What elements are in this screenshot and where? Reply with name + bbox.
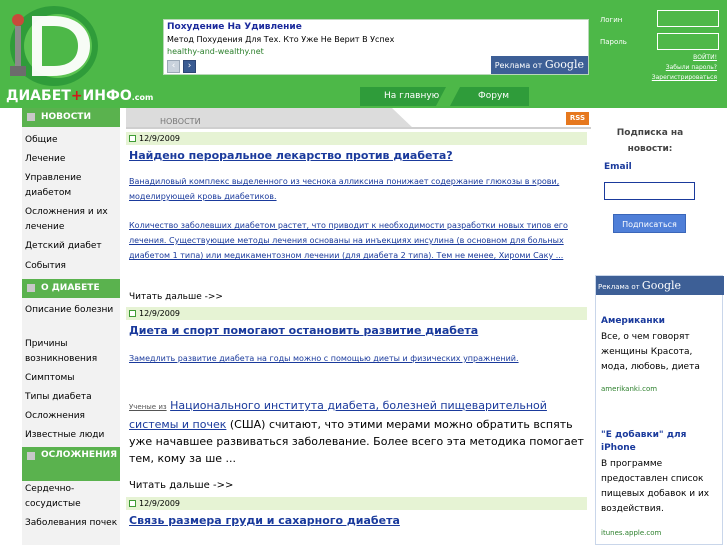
site-name[interactable]: ДИАБЕТ+ИНФО.com (6, 88, 153, 104)
site-logo[interactable] (2, 4, 98, 86)
sidebar-section-title: О ДИАБЕТЕ (41, 283, 100, 293)
article-date: 12/9/2009 (139, 499, 181, 508)
read-more-link[interactable]: Читать дальше ->> (129, 292, 223, 302)
header: Похудение На Удивление Метод Похудения Д… (0, 0, 727, 88)
top-nav: На главную Форум (360, 87, 529, 106)
checkbox-icon (129, 310, 136, 317)
sidebar-section-title: НОВОСТИ (41, 112, 91, 122)
sidebar-item-kidney[interactable]: Заболевания почек (25, 516, 119, 531)
email-label: Email (604, 162, 632, 172)
checkbox-icon (129, 135, 136, 142)
login-label: Логин (600, 16, 623, 24)
nav-home-link[interactable]: На главную (384, 87, 439, 106)
top-ad-banner[interactable]: Похудение На Удивление Метод Похудения Д… (163, 19, 589, 75)
sidebar-item-complications-treatment[interactable]: Осложнения и их лечение (25, 205, 119, 235)
register-link[interactable]: Зарегистрироваться (652, 74, 717, 81)
password-field[interactable] (657, 33, 719, 50)
article-date-bar: 12/9/2009 (126, 497, 587, 510)
ad-url[interactable]: amerikanki.com (601, 385, 657, 393)
ad-title[interactable]: Американки (601, 316, 665, 326)
ad-body: В программе предоставлен список пищевых … (601, 459, 710, 514)
sidebar: НОВОСТИ Общие Лечение Управление диабето… (22, 108, 120, 545)
sidebar-item-child-diabetes[interactable]: Детский диабет (25, 239, 119, 254)
site-domain: .com (131, 93, 154, 102)
sidebar-section-news[interactable]: НОВОСТИ (22, 108, 120, 127)
chevron-right-icon: › (187, 61, 192, 71)
article-title[interactable]: Найдено пероральное лекарство против диа… (129, 149, 453, 162)
sidebar-item-types[interactable]: Типы диабета (25, 390, 119, 405)
square-icon (27, 452, 35, 460)
sidebar-section-complications[interactable]: ОСЛОЖНЕНИЯ (22, 447, 120, 481)
rss-button[interactable]: RSS (566, 112, 589, 125)
subscribe-title: Подписка на новости: (616, 128, 684, 154)
site-name-part2: ИНФО (82, 88, 132, 104)
article-date-bar: 12/9/2009 (126, 132, 587, 145)
article-title[interactable]: Связь размера груди и сахарного диабета (129, 514, 400, 527)
sidebar-section-about[interactable]: О ДИАБЕТЕ (22, 279, 120, 298)
ad-prev-button[interactable]: ‹ (167, 60, 180, 73)
article-date: 12/9/2009 (139, 134, 181, 143)
site-name-part1: ДИАБЕТ (6, 88, 71, 104)
sidebar-item-description[interactable]: Описание болезни (25, 303, 119, 318)
chevron-left-icon: ‹ (171, 61, 176, 71)
email-field[interactable] (604, 182, 695, 200)
site-name-plus: + (70, 88, 83, 104)
ad-body: Все, о чем говорят женщины Красота, мода… (601, 332, 700, 372)
sidebar-item-events[interactable]: События (25, 259, 119, 274)
sidebar-item-complications[interactable]: Осложнения (25, 409, 119, 424)
login-submit-link[interactable]: ВОЙТИ! (693, 54, 717, 61)
ad-badge[interactable]: Реклама от Google (596, 276, 724, 295)
password-label: Пароль (600, 38, 627, 46)
subscribe-box: Подписка на новости: Email Подписаться (594, 108, 727, 268)
ad-badge-brand: Google (544, 58, 584, 71)
sidebar-item-cardiovascular[interactable]: Сердечно-сосудистые (25, 482, 119, 512)
ad-badge-prefix: Реклама от (598, 283, 640, 291)
read-more-link[interactable]: Читать дальше ->> (129, 480, 233, 491)
login-field[interactable] (657, 10, 719, 27)
article-body[interactable]: Количество заболевших диабетом растет, ч… (129, 218, 587, 263)
ad-next-button[interactable]: › (183, 60, 196, 73)
sidebar-section-title: ОСЛОЖНЕНИЯ (41, 450, 118, 460)
ad-title[interactable]: Похудение На Удивление (167, 22, 302, 32)
nav-forum-link[interactable]: Форум (478, 87, 509, 106)
sidebar-item-general[interactable]: Общие (25, 133, 119, 148)
square-icon (27, 284, 35, 292)
sidebar-item-symptoms[interactable]: Симптомы (25, 371, 119, 386)
login-panel: Логин Пароль ВОЙТИ! Забыли пароль? Зарег… (596, 8, 727, 86)
ad-title[interactable]: "Е добавки" для iPhone (601, 429, 721, 455)
news-tab-header: НОВОСТИ RSS (126, 108, 591, 129)
article-body-intro: Ученые из (129, 403, 167, 411)
ad-badge-prefix: Реклама от (494, 61, 543, 70)
article-title[interactable]: Диета и спорт помогают остановить развит… (129, 324, 478, 337)
article-date: 12/9/2009 (139, 309, 181, 318)
sidebar-item-causes[interactable]: Причины возникновения (25, 337, 119, 367)
article-body: Ученые из Национального института диабет… (129, 397, 587, 467)
ad-badge-brand: Google (641, 279, 682, 292)
right-column: Подписка на новости: Email Подписаться Р… (594, 108, 727, 545)
ad-description: Метод Похудения Для Тех. Кто Уже Не Вери… (167, 35, 395, 44)
main-content: НОВОСТИ RSS 12/9/2009 Найдено перорально… (126, 108, 591, 545)
sidebar-item-management[interactable]: Управление диабетом (25, 171, 119, 201)
news-tab-label: НОВОСТИ (160, 117, 201, 126)
sidebar-item-treatment[interactable]: Лечение (25, 152, 119, 167)
ad-url[interactable]: itunes.apple.com (601, 529, 661, 537)
article-lead[interactable]: Ванадиловый комплекс выделенного из чесн… (129, 174, 587, 204)
article-date-bar: 12/9/2009 (126, 307, 587, 320)
article-lead[interactable]: Замедлить развитие диабета на годы можно… (129, 351, 587, 366)
subscribe-button[interactable]: Подписаться (613, 214, 686, 233)
square-icon (27, 113, 35, 121)
ad-badge[interactable]: Реклама от Google (490, 56, 588, 74)
checkbox-icon (129, 500, 136, 507)
forgot-password-link[interactable]: Забыли пароль? (666, 64, 717, 71)
right-ad-block[interactable]: Реклама от Google Американки Все, о чем … (595, 275, 724, 545)
ad-url[interactable]: healthy-and-wealthy.net (167, 47, 264, 56)
sidebar-item-famous[interactable]: Известные люди (25, 428, 119, 443)
page: Похудение На Удивление Метод Похудения Д… (0, 0, 727, 545)
